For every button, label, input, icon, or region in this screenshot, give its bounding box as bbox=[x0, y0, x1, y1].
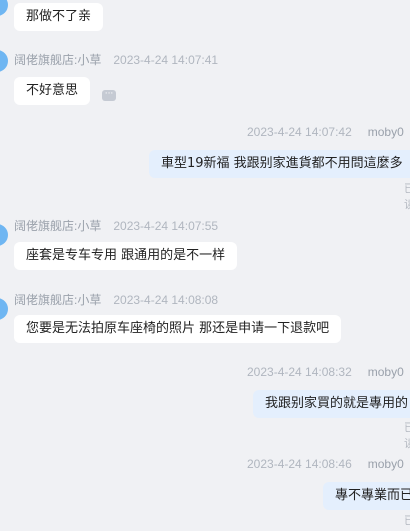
sender-name: 阔佬旗舰店:小草 bbox=[14, 293, 102, 307]
message-meta: 2023-4-24 14:07:42 moby0 bbox=[247, 125, 410, 139]
more-dots-icon[interactable]: ··· bbox=[102, 90, 116, 101]
message-meta: 2023-4-24 14:08:46 moby0 bbox=[247, 457, 410, 471]
message-time: 2023-4-24 14:07:41 bbox=[113, 53, 219, 67]
sender-name: 阔佬旗舰店:小草 bbox=[14, 219, 102, 233]
chat-message-list[interactable]: 那做不了亲 阔佬旗舰店:小草 2023-4-24 14:07:41 不好意思 ··… bbox=[0, 0, 410, 531]
avatar[interactable] bbox=[0, 224, 8, 246]
sender-name: moby0 bbox=[367, 365, 404, 379]
message-time: 2023-4-24 14:07:42 bbox=[247, 125, 352, 139]
message-bubble: 專不專業而已 bbox=[323, 482, 410, 510]
message-meta: 阔佬旗舰店:小草 2023-4-24 14:07:41 bbox=[14, 51, 218, 68]
message-bubble: 您要是无法拍原车座椅的照片 那还是申请一下退款吧 bbox=[14, 315, 342, 343]
sender-name: moby0 bbox=[367, 125, 404, 139]
message-bubble: 車型19新福 我跟别家進貨都不用問這麼多 bbox=[149, 150, 410, 178]
read-status: 已读 bbox=[404, 422, 410, 450]
message-time: 2023-4-24 14:08:08 bbox=[113, 293, 219, 307]
avatar[interactable] bbox=[0, 0, 8, 16]
read-status: 已读 bbox=[404, 183, 410, 211]
avatar[interactable] bbox=[0, 298, 8, 320]
read-status: 已读 bbox=[404, 515, 410, 527]
message-meta: 阔佬旗舰店:小草 2023-4-24 14:08:08 bbox=[14, 291, 218, 308]
message-meta: 2023-4-24 14:08:32 moby0 bbox=[247, 365, 410, 379]
message-bubble: 不好意思 bbox=[14, 77, 91, 105]
message-time: 2023-4-24 14:08:46 bbox=[247, 457, 352, 471]
avatar[interactable] bbox=[0, 50, 8, 72]
message-bubble: 那做不了亲 bbox=[14, 3, 104, 31]
message-bubble: 我跟别家買的就是專用的 bbox=[253, 390, 410, 418]
message-meta: 阔佬旗舰店:小草 2023-4-24 14:07:55 bbox=[14, 217, 218, 234]
message-bubble: 座套是专车专用 跟通用的是不一样 bbox=[14, 242, 238, 270]
sender-name: 阔佬旗舰店:小草 bbox=[14, 53, 102, 67]
sender-name: moby0 bbox=[367, 457, 404, 471]
message-time: 2023-4-24 14:07:55 bbox=[113, 219, 219, 233]
message-time: 2023-4-24 14:08:32 bbox=[247, 365, 352, 379]
